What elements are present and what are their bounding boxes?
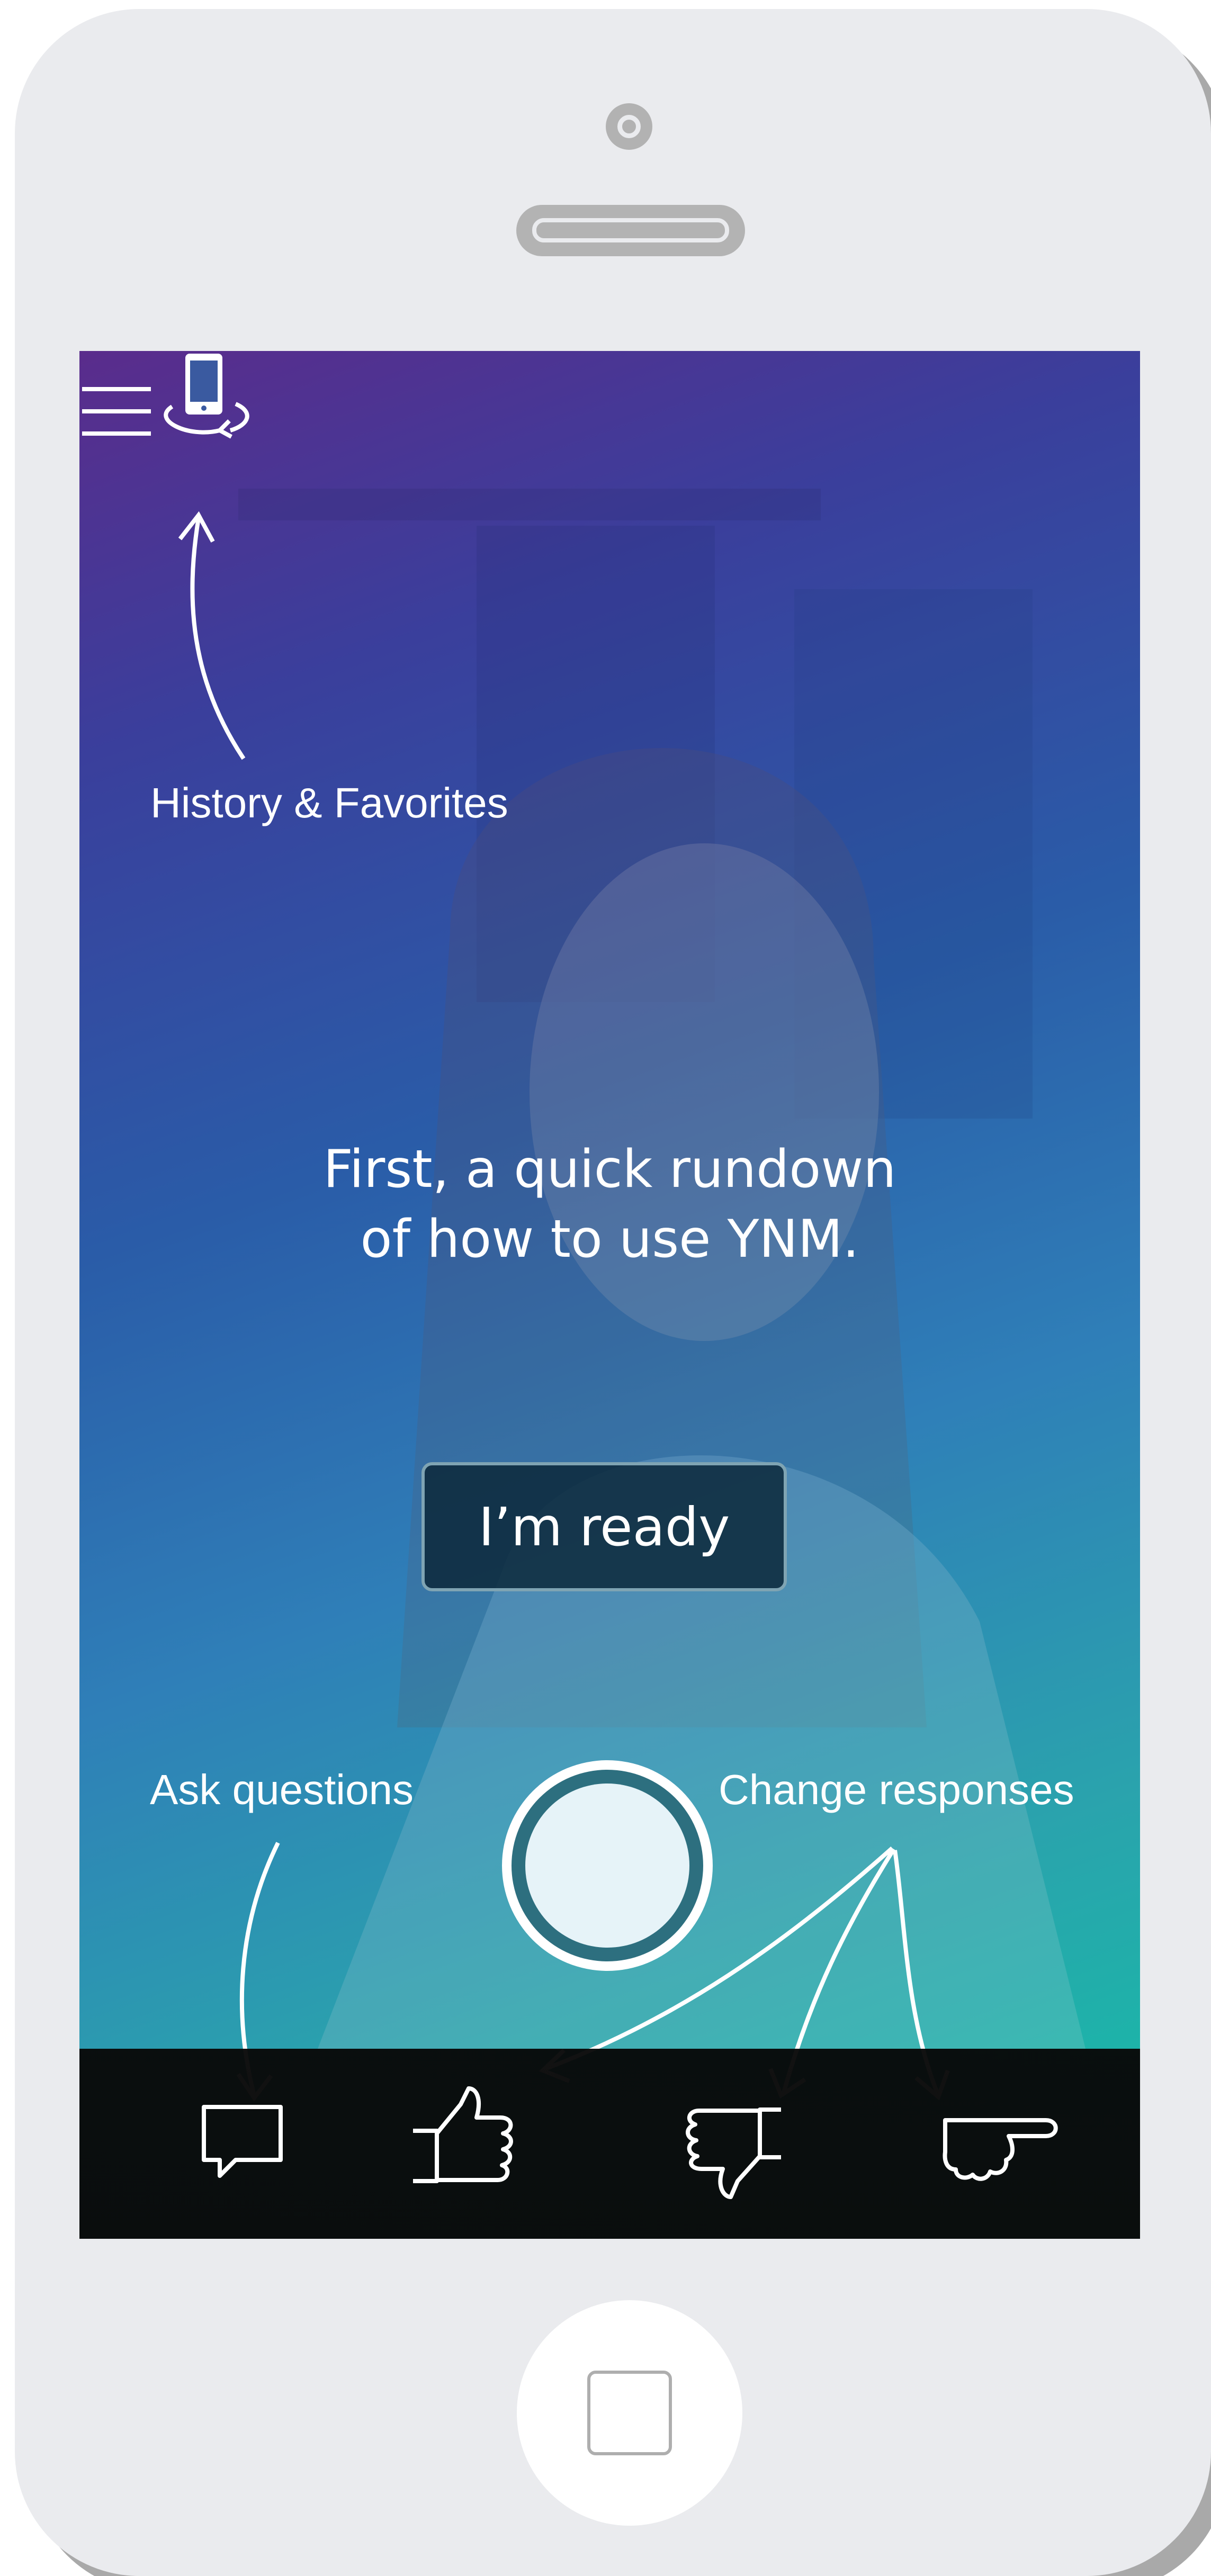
home-button[interactable] <box>517 2300 742 2526</box>
intro-heading: First, a quick rundown of how to use YNM… <box>79 1134 1140 1274</box>
thumbs-down-icon[interactable] <box>680 2104 786 2200</box>
device-frame: History & Favorites First, a quick rundo… <box>0 0 1211 2576</box>
record-button[interactable] <box>502 1760 713 1971</box>
change-responses-label: Change responses <box>719 1766 1074 1813</box>
thumbs-up-icon[interactable] <box>408 2086 519 2184</box>
bottom-tab-bar <box>79 2049 1140 2239</box>
record-ring <box>512 1770 703 1961</box>
app-screen: History & Favorites First, a quick rundo… <box>79 351 1140 2239</box>
ask-questions-label: Ask questions <box>150 1766 414 1813</box>
home-square-icon <box>587 2371 672 2455</box>
ready-button[interactable]: I’m ready <box>421 1462 787 1591</box>
earpiece-speaker <box>516 205 745 256</box>
record-inner <box>525 1784 689 1948</box>
speech-bubble-icon[interactable] <box>199 2102 286 2181</box>
intro-line-2: of how to use YNM. <box>360 1209 859 1269</box>
history-favorites-label: History & Favorites <box>150 779 508 826</box>
intro-line-1: First, a quick rundown <box>323 1139 896 1200</box>
front-camera <box>606 103 652 150</box>
pointing-hand-icon[interactable] <box>940 2107 1059 2181</box>
